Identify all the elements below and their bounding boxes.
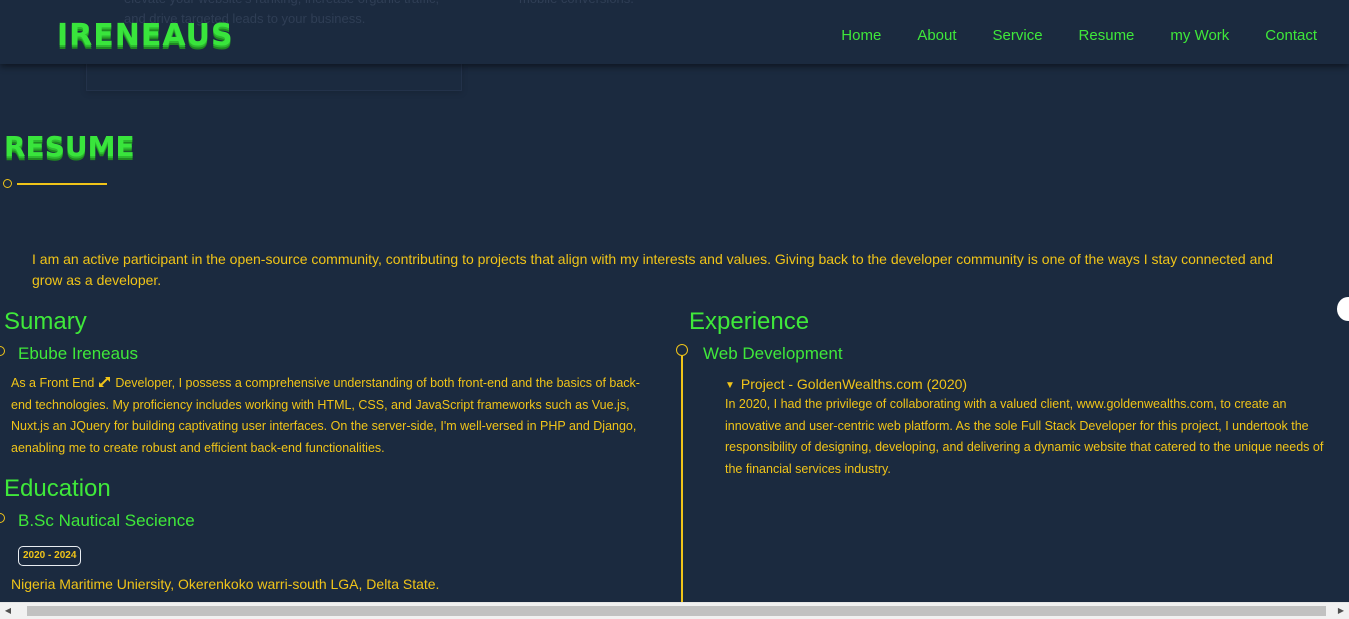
- scrollbar-thumb[interactable]: [27, 606, 1326, 616]
- summary-heading: Sumary: [4, 308, 87, 335]
- summary-text: As a Front End Developer, I possess a co…: [11, 373, 651, 459]
- title-dot: [3, 179, 12, 188]
- education-years-badge: 2020 - 2024: [18, 546, 82, 566]
- experience-text: In 2020, I had the privilege of collabor…: [725, 397, 1324, 476]
- ghost-text-right: mobile conversions.: [519, 0, 634, 9]
- nav-resume[interactable]: Resume: [1079, 27, 1135, 45]
- nav-contact[interactable]: Contact: [1265, 27, 1317, 45]
- nav-service[interactable]: Service: [993, 27, 1043, 45]
- education-degree: B.Sc Nautical Secience: [18, 511, 195, 530]
- ghost-text-line-1: elevate your website's ranking, increase…: [124, 0, 439, 9]
- scroll-handle[interactable]: [1337, 297, 1349, 321]
- resume-intro: I am an active participant in the open-s…: [32, 251, 1273, 288]
- timeline-line: [681, 356, 683, 606]
- education-heading: Education: [4, 475, 111, 502]
- education-dot: [0, 513, 5, 523]
- summary-name: Ebube Ireneaus: [18, 344, 139, 363]
- site-logo[interactable]: IRENEAUS: [57, 19, 234, 53]
- scroll-right-icon[interactable]: ▶: [1336, 606, 1346, 616]
- timeline-dot: [676, 344, 688, 356]
- triangle-down-icon: ▼: [725, 380, 735, 391]
- summary-text-start: As a Front End: [11, 376, 98, 390]
- site-header: elevate your website's ranking, increase…: [0, 0, 1349, 64]
- experience-role: Web Development: [703, 344, 843, 363]
- nav-home[interactable]: Home: [841, 27, 881, 45]
- summary-dot: [0, 346, 5, 356]
- main-nav: Home About Service Resume my Work Contac…: [841, 27, 1317, 45]
- education-school: Nigeria Maritime Uniersity, Okerenkoko w…: [11, 576, 440, 592]
- project-toggle[interactable]: ▼ Project - GoldenWealths.com (2020): [725, 375, 967, 395]
- project-title: Project - GoldenWealths.com (2020): [740, 376, 968, 392]
- experience-heading: Experience: [689, 308, 810, 335]
- scroll-left-icon[interactable]: ◀: [3, 606, 13, 616]
- section-title: RESUME: [4, 130, 135, 163]
- horizontal-scrollbar[interactable]: ◀ ▶: [0, 602, 1349, 619]
- expand-arrows-icon: [98, 374, 112, 387]
- nav-my-work[interactable]: my Work: [1170, 27, 1229, 45]
- nav-about[interactable]: About: [917, 27, 956, 45]
- page: elevate your website's ranking, increase…: [0, 0, 1349, 619]
- title-underline: [17, 183, 107, 185]
